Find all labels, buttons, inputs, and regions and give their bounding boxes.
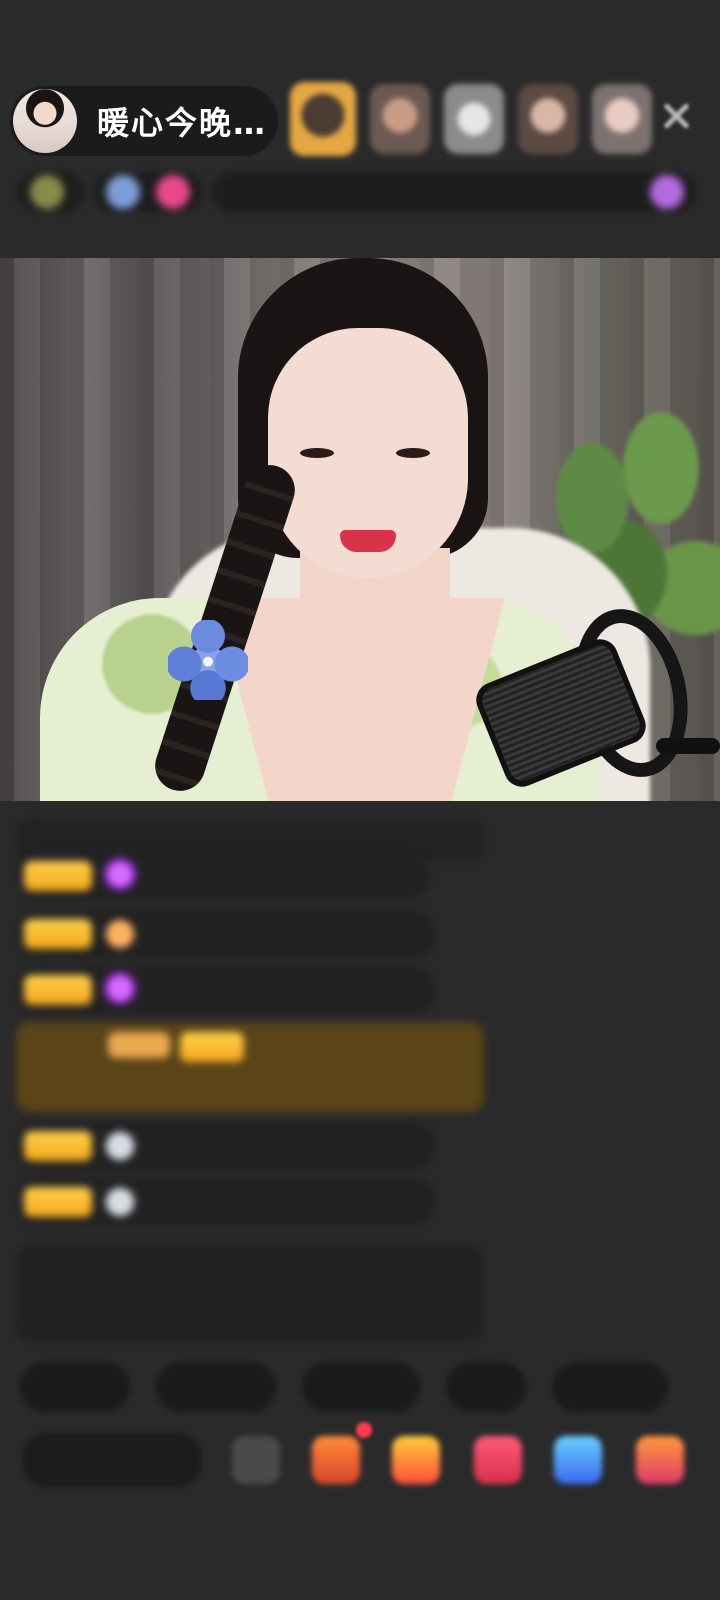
level-badge [24, 975, 92, 1005]
mic-arm [656, 738, 720, 754]
room-info-bar [18, 168, 696, 216]
quick-reply[interactable] [552, 1362, 668, 1412]
quick-reply[interactable] [20, 1362, 130, 1412]
viewer-avatar-2[interactable] [370, 84, 430, 154]
gift-icon[interactable] [392, 1436, 440, 1484]
info-chip[interactable] [94, 172, 202, 212]
info-chip[interactable] [18, 172, 84, 212]
gift-badge [108, 1032, 170, 1058]
silver-icon [102, 1128, 138, 1164]
heart-icon[interactable] [474, 1436, 522, 1484]
gem-icon [102, 972, 138, 1008]
level-badge [24, 1187, 92, 1217]
viewer-avatar-1[interactable] [290, 82, 356, 156]
level-badge [24, 861, 92, 891]
system-notice [16, 1244, 484, 1342]
quick-reply[interactable] [302, 1362, 420, 1412]
gem-icon [102, 858, 138, 894]
silver-icon [102, 1184, 138, 1220]
microphone [470, 598, 720, 801]
viewer-avatar-3[interactable] [444, 84, 504, 154]
left-eye [300, 448, 334, 458]
level-badge [24, 1131, 92, 1161]
close-icon[interactable] [662, 102, 690, 130]
viewer-avatar-5[interactable] [592, 84, 652, 154]
host-name: 暖心今晚… [97, 104, 268, 142]
quick-reply-row [20, 1362, 668, 1412]
share-icon[interactable] [554, 1436, 602, 1484]
top-viewers [290, 82, 652, 156]
chat-message[interactable] [16, 910, 436, 958]
bottom-bar [0, 1422, 720, 1494]
expand-icon[interactable] [232, 1436, 280, 1484]
chat-message[interactable] [16, 852, 430, 900]
viewer-avatar-4[interactable] [518, 84, 578, 154]
level-badge [180, 1032, 244, 1062]
flower-hair-clip [168, 620, 248, 700]
host-avatar[interactable] [13, 89, 77, 153]
quick-reply[interactable] [156, 1362, 276, 1412]
notification-dot [356, 1422, 372, 1438]
chat-message[interactable] [16, 966, 436, 1014]
host-info[interactable]: 暖心今晚… [10, 86, 278, 156]
orange-icon [102, 916, 138, 952]
chat-message[interactable] [16, 1122, 436, 1170]
right-eye [396, 448, 430, 458]
more-icon[interactable] [636, 1436, 684, 1484]
rank-chip[interactable] [212, 172, 696, 212]
quick-reply[interactable] [446, 1362, 526, 1412]
gift-box-icon[interactable] [312, 1436, 360, 1484]
gift-announcement[interactable] [16, 1022, 484, 1112]
live-video[interactable] [0, 258, 720, 801]
level-badge [24, 919, 92, 949]
lips [340, 530, 396, 552]
chat-input[interactable] [22, 1432, 202, 1488]
chat-message[interactable] [16, 1178, 436, 1226]
